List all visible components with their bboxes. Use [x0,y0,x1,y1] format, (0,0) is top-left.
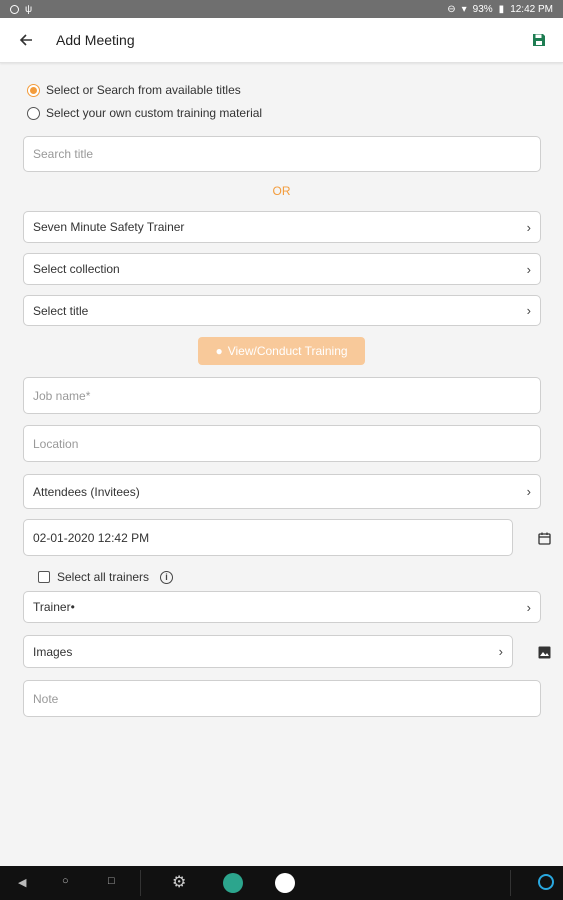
status-left: ψ [10,4,32,15]
selector-value: Select title [33,303,89,318]
dnd-icon: ⊖ [447,3,456,15]
chevron-right-icon: › [526,303,531,318]
view-conduct-training-button[interactable]: ● View/Conduct Training [198,337,365,365]
chevron-right-icon: › [526,219,531,235]
battery-icon: ▮ [498,3,505,15]
chevron-right-icon: › [526,484,531,499]
info-icon[interactable]: i [160,570,174,584]
trainer-selector[interactable]: Trainer• › [23,591,541,623]
notification-icon [10,4,19,14]
location-input[interactable]: Location [23,425,541,462]
note-placeholder: Note [33,691,59,706]
selector-value: Seven Minute Safety Trainer [33,220,185,234]
location-placeholder: Location [33,436,79,451]
note-input[interactable]: Note [23,680,541,717]
image-button[interactable] [535,643,553,661]
status-right: ⊖ ▾ 93% ▮ 12:42 PM [447,4,553,15]
eye-icon: ● [215,344,223,358]
radio-search-titles[interactable]: Select or Search from available titles [27,83,241,97]
recents-nav-icon[interactable]: □ [108,875,115,887]
nav-divider [140,870,141,896]
collection-selector[interactable]: Select collection › [23,253,541,285]
settings-app-icon[interactable]: ⚙ [172,872,186,892]
image-icon [538,646,550,658]
attendees-label: Attendees (Invitees) [33,484,140,499]
search-placeholder: Search title [33,147,94,161]
datetime-value: 02-01-2020 12:42 PM [33,530,150,545]
save-button[interactable] [529,30,549,50]
calendar-button[interactable] [535,529,553,547]
usb-icon: ψ [25,3,33,15]
nav-divider [510,870,511,896]
home-nav-icon[interactable]: ○ [62,875,69,887]
trainer-label: Trainer• [33,600,75,614]
view-button-label: View/Conduct Training [227,344,348,358]
assistant-icon[interactable] [538,874,554,890]
images-selector[interactable]: Images › [23,635,513,668]
radio-custom-material[interactable]: Select your own custom training material [27,106,262,120]
title-selector[interactable]: Select title › [23,295,541,326]
job-name-input[interactable]: Job name* [23,377,541,414]
battery-level: 93% [472,3,493,15]
attendees-selector[interactable]: Attendees (Invitees) › [23,474,541,509]
radio-label: Select or Search from available titles [46,83,241,97]
active-app-icon[interactable] [275,873,295,893]
back-nav-icon[interactable]: ◀ [18,876,26,889]
select-all-trainers-row: Select all trainers i [38,570,174,584]
radio-button[interactable] [27,106,40,120]
page-title: Add Meeting [56,32,135,48]
arrow-left-icon [19,34,32,46]
chevron-right-icon: › [498,644,503,659]
app-store-icon[interactable] [223,873,243,893]
calendar-icon [537,532,551,545]
navigation-bar: ◀ ○ □ ⚙ [0,866,563,900]
back-button[interactable] [14,28,38,52]
search-title-input[interactable]: Search title [23,136,541,172]
selector-value: Select collection [33,262,120,276]
chevron-right-icon: › [526,261,531,277]
save-icon [533,34,545,46]
or-divider: OR [272,184,291,198]
chevron-right-icon: › [526,599,531,615]
images-label: Images [33,644,73,659]
trainer-program-selector[interactable]: Seven Minute Safety Trainer › [23,211,541,243]
job-name-placeholder: Job name* [33,388,91,403]
status-bar: ψ ⊖ ▾ 93% ▮ 12:42 PM [0,0,563,18]
select-all-trainers-label: Select all trainers [57,570,150,584]
wifi-icon: ▾ [461,3,467,15]
radio-label: Select your own custom training material [46,106,263,120]
clock: 12:42 PM [510,3,553,15]
radio-button-selected[interactable] [27,83,40,97]
datetime-field[interactable]: 02-01-2020 12:42 PM [23,519,513,556]
select-all-trainers-checkbox[interactable] [38,571,50,583]
app-bar: Add Meeting [0,18,563,63]
